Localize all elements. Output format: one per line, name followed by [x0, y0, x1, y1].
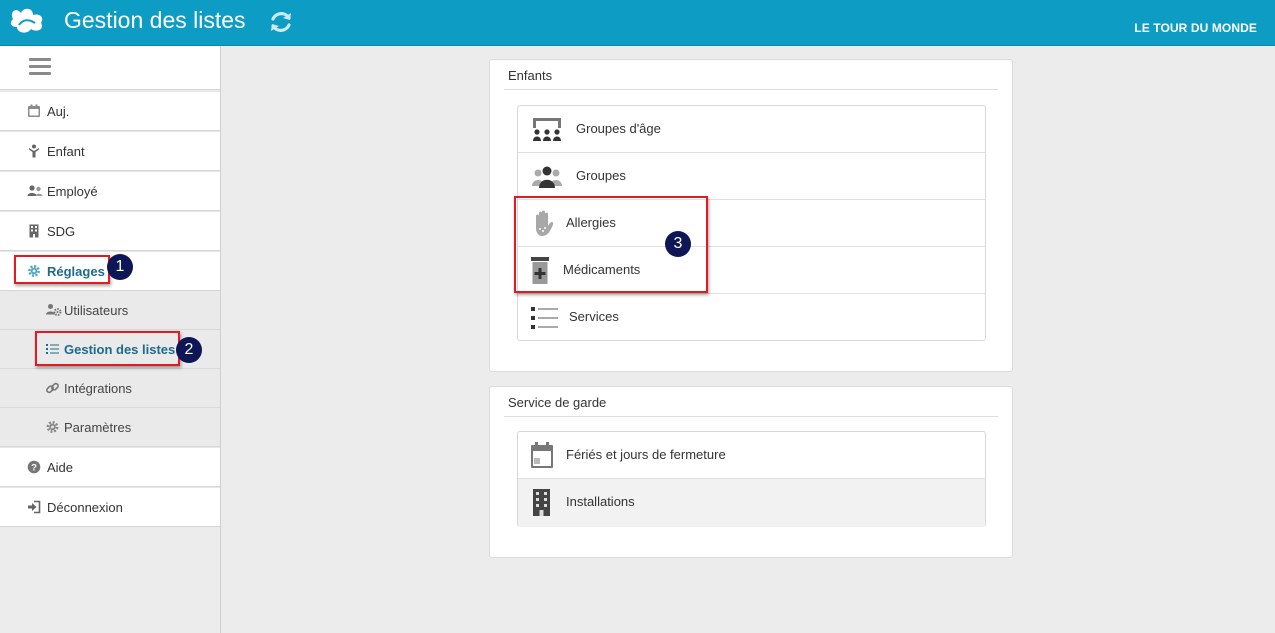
users-icon [27, 185, 43, 196]
list-item-label: Groupes [576, 168, 626, 183]
sidebar-item-label: Déconnexion [47, 500, 123, 515]
organization-name[interactable]: LE TOUR DU MONDE [1134, 21, 1257, 35]
hamburger-line [29, 65, 51, 68]
step-marker-3: 3 [665, 231, 691, 257]
list-item-label: Allergies [566, 215, 616, 230]
sidebar-item-label: Enfant [47, 144, 85, 159]
enfants-list: Groupes d'âge Groupes Allergies Médicame… [517, 105, 986, 341]
logout-icon [28, 500, 41, 514]
sidebar-subitem-label: Paramètres [64, 420, 132, 435]
help-icon: ? [27, 460, 41, 474]
medicine-icon [531, 257, 549, 284]
sidebar-subitem-integrations[interactable]: Intégrations [0, 369, 220, 408]
sidebar-item-label: Aide [47, 460, 74, 475]
sidebar-item-label: Auj. [47, 104, 70, 119]
child-icon [29, 144, 39, 158]
sidebar-item-label: SDG [47, 224, 76, 239]
users-gear-icon [46, 304, 62, 316]
building-icon [29, 224, 39, 238]
calendar-icon [531, 442, 553, 468]
gear-icon [46, 421, 59, 433]
calendar-icon [28, 104, 40, 117]
list-item-allergies[interactable]: Allergies [518, 200, 985, 247]
list-item-services[interactable]: Services [518, 294, 985, 341]
list-icon [531, 307, 558, 329]
step-marker-1: 1 [107, 254, 133, 280]
sidebar-item-employe[interactable]: Employé [0, 171, 220, 211]
refresh-icon[interactable] [268, 9, 294, 35]
menu-toggle-button[interactable] [0, 46, 220, 90]
list-item-medicaments[interactable]: Médicaments [518, 247, 985, 294]
panel-service-de-garde: Service de garde Fériés et jours de ferm… [489, 386, 1013, 558]
list-item-groupes-age[interactable]: Groupes d'âge [518, 106, 985, 153]
panel-enfants: Enfants Groupes d'âge Groupes Allergies … [489, 59, 1013, 372]
divider [504, 89, 998, 90]
sidebar-item-deconnexion[interactable]: Déconnexion [0, 487, 220, 527]
list-item-label: Installations [566, 494, 635, 509]
list-item-feries[interactable]: Fériés et jours de fermeture [518, 432, 985, 479]
page-title: Gestion des listes [64, 7, 246, 33]
service-de-garde-list: Fériés et jours de fermeture Installatio… [517, 431, 986, 527]
divider [504, 416, 998, 417]
logo-icon[interactable] [7, 5, 47, 35]
list-item-label: Fériés et jours de fermeture [566, 447, 726, 462]
list-item-label: Médicaments [563, 262, 641, 277]
hamburger-icon [29, 58, 51, 61]
sidebar-subitem-utilisateurs[interactable]: Utilisateurs [0, 291, 220, 330]
list-item-groupes[interactable]: Groupes [518, 153, 985, 200]
top-bar: Gestion des listes LE TOUR DU MONDE [0, 0, 1275, 46]
sidebar-subitem-label: Gestion des listes [64, 342, 176, 357]
sidebar-item-enfant[interactable]: Enfant [0, 131, 220, 171]
sidebar-subitem-label: Intégrations [64, 381, 132, 396]
svg-text:?: ? [31, 463, 37, 474]
list-item-label: Services [569, 309, 619, 324]
building-icon [533, 489, 550, 516]
sidebar-item-sdg[interactable]: SDG [0, 211, 220, 251]
sidebar-item-aide[interactable]: ? Aide [0, 447, 220, 487]
gear-icon [28, 265, 40, 277]
list-item-label: Groupes d'âge [576, 121, 661, 136]
list-item-installations[interactable]: Installations [518, 479, 985, 527]
sidebar-item-label: Réglages [47, 264, 105, 279]
hamburger-line [29, 72, 51, 75]
panel-title: Service de garde [508, 395, 607, 410]
sidebar-item-auj[interactable]: Auj. [0, 91, 220, 131]
sidebar-item-label: Employé [47, 184, 98, 199]
link-icon [46, 382, 59, 394]
list-icon [46, 344, 59, 354]
step-marker-2: 2 [176, 337, 202, 363]
age-groups-icon [533, 118, 561, 141]
groups-icon [532, 166, 562, 188]
panel-title: Enfants [508, 68, 553, 83]
sidebar-subitem-label: Utilisateurs [64, 303, 129, 318]
sidebar-subitem-parametres[interactable]: Paramètres [0, 408, 220, 447]
allergy-hand-icon [536, 210, 554, 236]
